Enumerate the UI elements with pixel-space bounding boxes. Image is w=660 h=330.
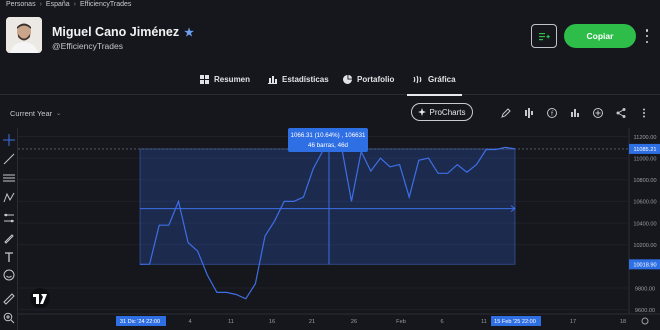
y-tick-label: 10400.00 xyxy=(633,221,656,227)
crosshair-icon[interactable] xyxy=(3,134,15,146)
tab-label: Gráfica xyxy=(428,75,456,84)
x-tick-label: 11 xyxy=(481,319,487,325)
trendline-icon[interactable] xyxy=(3,153,15,165)
tooltip-line-1: 1066.31 (10.64%) , 106631 xyxy=(291,132,367,139)
y-tick-label: 11200.00 xyxy=(634,135,657,141)
chevron-right-icon: › xyxy=(73,1,77,8)
indicator-icon[interactable]: f xyxy=(546,107,558,119)
x-tick-label: 6 xyxy=(440,319,443,325)
pencil-icon[interactable] xyxy=(500,107,512,119)
y-tick-label: 10600.00 xyxy=(633,200,656,206)
period-select[interactable]: Current Year ⌄ xyxy=(10,109,61,118)
copy-button[interactable]: Copiar xyxy=(564,24,636,48)
chart-sparkle-icon xyxy=(418,108,427,116)
star-icon[interactable]: ★ xyxy=(184,26,194,39)
brush-icon[interactable] xyxy=(3,232,15,244)
drawing-tools-bar xyxy=(0,128,18,330)
pie-chart-icon xyxy=(343,75,352,84)
measure-icon[interactable] xyxy=(3,212,15,224)
settings-gear-icon[interactable] xyxy=(641,317,649,325)
y-tick-label: 10800.00 xyxy=(633,178,656,184)
more-vertical-icon[interactable] xyxy=(638,107,650,119)
y-tick-label: 11000.00 xyxy=(634,156,657,162)
horizontal-lines-icon[interactable] xyxy=(3,172,15,184)
emoji-icon[interactable] xyxy=(3,269,15,281)
share-icon[interactable] xyxy=(615,107,627,119)
price-chart[interactable]: 1066.31 (10.64%) , 106631 46 barras, 46d 1… xyxy=(18,128,660,330)
y-tick-label: 9800.00 xyxy=(635,286,655,292)
procharts-label: ProCharts xyxy=(429,107,466,117)
avatar xyxy=(6,17,42,53)
y-tick-label: 9600.00 xyxy=(635,308,655,314)
x-tick-label: 31 Dic '24 22:00 xyxy=(120,319,160,325)
tab-label: Estadísticas xyxy=(282,75,329,84)
tab-portafolio[interactable]: Portafolio xyxy=(343,75,394,84)
more-options-icon[interactable] xyxy=(642,27,652,45)
breadcrumb-item-country[interactable]: España xyxy=(46,1,70,8)
svg-text:f: f xyxy=(551,110,554,117)
tab-label: Resumen xyxy=(214,75,251,84)
x-tick-label: 11 xyxy=(228,319,234,325)
procharts-button[interactable]: ProCharts xyxy=(411,103,473,121)
list-add-icon xyxy=(539,32,550,40)
tab-grafica[interactable]: Gráfica xyxy=(407,75,462,96)
y-tick-label: 10018.90 xyxy=(633,263,656,269)
x-tick-label: 18 xyxy=(620,319,626,325)
grid-icon xyxy=(200,75,209,84)
breadcrumb: Personas › España › EfficiencyTrades xyxy=(6,1,131,8)
bar-chart-icon[interactable] xyxy=(569,107,581,119)
profile-name: Miguel Cano Jiménez ★ xyxy=(52,25,194,39)
x-tick-label: 26 xyxy=(351,319,357,325)
zoom-in-icon[interactable] xyxy=(3,312,15,324)
profile-handle: @EfficiencyTrades xyxy=(52,41,123,51)
watchlist-button[interactable] xyxy=(531,24,557,48)
wave-icon xyxy=(413,75,422,84)
add-circle-icon[interactable] xyxy=(592,107,604,119)
x-tick-label: 17 xyxy=(570,319,576,325)
y-tick-label: 11085.21 xyxy=(634,147,657,153)
bar-chart-icon xyxy=(268,76,277,84)
text-icon[interactable] xyxy=(3,251,15,263)
y-tick-label: 10200.00 xyxy=(633,243,656,249)
x-tick-label: 16 xyxy=(269,319,275,325)
tab-label: Portafolio xyxy=(357,75,395,84)
period-select-label: Current Year xyxy=(10,109,53,118)
profile-name-text: Miguel Cano Jiménez xyxy=(52,25,180,39)
chevron-down-icon: ⌄ xyxy=(56,111,62,117)
chart-toolbar: Current Year ⌄ ProCharts f xyxy=(0,101,660,126)
x-tick-label: 15 Feb '25 22:00 xyxy=(494,319,536,325)
breadcrumb-item-user: EfficiencyTrades xyxy=(80,1,132,8)
x-tick-label: Feb xyxy=(396,319,406,325)
chart-area[interactable]: 1066.31 (10.64%) , 106631 46 barras, 46d 1… xyxy=(0,128,660,330)
chevron-right-icon: › xyxy=(39,1,42,8)
candles-icon[interactable] xyxy=(523,107,535,119)
x-tick-label: 4 xyxy=(188,319,191,325)
x-tick-label: 21 xyxy=(309,319,315,325)
ruler-icon[interactable] xyxy=(3,293,15,305)
breadcrumb-item-personas[interactable]: Personas xyxy=(6,1,36,8)
tooltip-line-2: 46 barras, 46d xyxy=(308,142,348,149)
tradingview-logo xyxy=(30,288,50,308)
pattern-icon[interactable] xyxy=(3,192,15,204)
tab-resumen[interactable]: Resumen xyxy=(200,75,250,84)
tab-estadisticas[interactable]: Estadísticas xyxy=(268,75,329,84)
profile-tabs: Resumen Estadísticas Portafolio Gráfica xyxy=(0,67,660,96)
